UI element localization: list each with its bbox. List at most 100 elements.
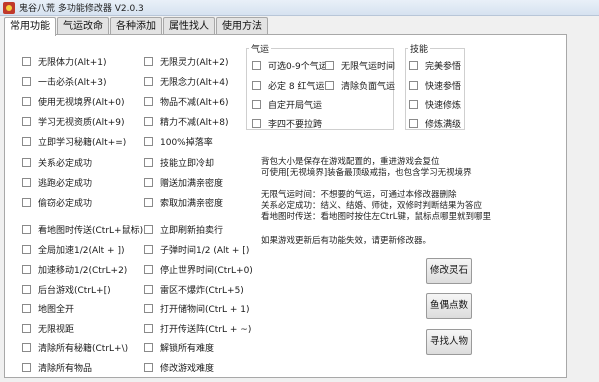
cheat-option[interactable]: 100%掉落率 (144, 135, 213, 148)
checkbox[interactable] (252, 60, 261, 70)
checkbox[interactable] (409, 99, 418, 109)
checkbox[interactable] (22, 76, 31, 86)
cheat-option[interactable]: 全局加速1/2(Alt + ]) (22, 243, 125, 256)
checkbox[interactable] (144, 116, 153, 126)
checkbox[interactable] (144, 303, 153, 313)
option-label: 快速修炼 (425, 100, 462, 111)
cheat-option[interactable]: 加速移动1/2(CtrL+2) (22, 263, 127, 276)
cheat-option[interactable]: 一击必杀(Alt+3) (22, 75, 106, 88)
fish-points-button[interactable]: 鱼偶点数 (426, 293, 472, 319)
cheat-option[interactable]: 地图全开 (22, 302, 74, 315)
cheat-option[interactable]: 无限视距 (22, 322, 75, 335)
skill-option[interactable]: 快速参悟 (409, 79, 461, 92)
tab-usage[interactable]: 使用方法 (216, 17, 268, 35)
cheat-option[interactable]: 赠送加满亲密度 (144, 176, 223, 189)
cheat-option[interactable]: 学习无视资质(Alt+9) (22, 115, 124, 128)
skill-option[interactable]: 完美参悟 (409, 59, 461, 72)
checkbox[interactable] (22, 136, 31, 146)
option-label: 无限视距 (38, 324, 75, 335)
luck-option[interactable]: 可选0-9个气运 (252, 59, 328, 72)
cheat-option[interactable]: 技能立即冷却 (144, 156, 214, 169)
checkbox[interactable] (22, 197, 31, 207)
cheat-option[interactable]: 停止世界时间(CtrL+0) (144, 263, 253, 276)
cheat-option[interactable]: 解锁所有难度 (144, 341, 214, 354)
checkbox[interactable] (144, 157, 153, 167)
cheat-option[interactable]: 偷窃必定成功 (22, 196, 93, 209)
modify-spirit-stone-button[interactable]: 修改灵石 (426, 258, 472, 284)
checkbox[interactable] (22, 362, 31, 372)
skill-option[interactable]: 修炼满级 (409, 117, 461, 130)
cheat-option[interactable]: 精力不减(Alt+8) (144, 115, 229, 128)
cheat-option[interactable]: 逃跑必定成功 (22, 176, 92, 189)
luck-option[interactable]: 自定开局气运 (252, 98, 322, 111)
checkbox[interactable] (22, 323, 31, 333)
option-label: 精力不减(Alt+8) (160, 117, 229, 128)
cheat-option[interactable]: 打开储物间(CtrL + 1) (144, 302, 250, 315)
cheat-option[interactable]: 无限灵力(Alt+2) (144, 55, 228, 68)
checkbox[interactable] (144, 284, 153, 294)
checkbox[interactable] (252, 80, 261, 90)
cheat-option[interactable]: 索取加满亲密度 (144, 196, 223, 209)
cheat-option[interactable]: 无限念力(Alt+4) (144, 75, 228, 88)
checkbox[interactable] (22, 303, 31, 313)
checkbox[interactable] (22, 116, 31, 126)
skill-option[interactable]: 快速修炼 (409, 98, 462, 111)
cheat-option[interactable]: 修改游戏难度 (144, 361, 214, 374)
checkbox[interactable] (144, 136, 153, 146)
luck-option[interactable]: 必定 8 红气运 (252, 79, 324, 92)
find-person-button[interactable]: 寻找人物 (426, 329, 472, 355)
checkbox[interactable] (409, 60, 418, 70)
cheat-option[interactable]: 立即学习秘籍(Alt+=) (22, 135, 127, 148)
tab-luck[interactable]: 气运改命 (57, 17, 109, 35)
cheat-option[interactable]: 清除所有物品 (22, 361, 92, 374)
checkbox[interactable] (144, 76, 153, 86)
cheat-option[interactable]: 立即刷新拍卖行 (144, 223, 223, 236)
option-label: 立即学习秘籍(Alt+=) (38, 137, 127, 148)
checkbox[interactable] (144, 197, 153, 207)
checkbox[interactable] (252, 118, 261, 128)
cheat-option[interactable]: 后台游戏(CtrL+[) (22, 283, 111, 296)
cheat-option[interactable]: 看地图时传送(CtrL+鼠标) (22, 223, 143, 236)
checkbox[interactable] (22, 244, 31, 254)
checkbox[interactable] (144, 177, 153, 187)
checkbox[interactable] (144, 244, 153, 254)
option-label: 偷窃必定成功 (38, 198, 93, 209)
tab-add-items[interactable]: 各种添加 (110, 17, 162, 35)
checkbox[interactable] (22, 284, 31, 294)
checkbox[interactable] (144, 224, 153, 234)
checkbox[interactable] (22, 157, 31, 167)
checkbox[interactable] (325, 60, 334, 70)
luck-option[interactable]: 无限气运时间 (325, 59, 395, 72)
checkbox[interactable] (252, 99, 261, 109)
cheat-option[interactable]: 关系必定成功 (22, 156, 92, 169)
cheat-option[interactable]: 打开传送阵(CtrL + ~) (144, 322, 251, 335)
checkbox[interactable] (22, 224, 31, 234)
app-icon (3, 1, 15, 14)
checkbox[interactable] (409, 118, 418, 128)
checkbox[interactable] (144, 362, 153, 372)
cheat-option[interactable]: 使用无视境界(Alt+0) (22, 95, 125, 108)
luck-option[interactable]: 清除负面气运 (325, 79, 395, 92)
luck-option[interactable]: 李四不要拉跨 (252, 117, 322, 130)
checkbox[interactable] (144, 323, 153, 333)
cheat-option[interactable]: 雷区不爆炸(CtrL+5) (144, 283, 244, 296)
checkbox[interactable] (325, 80, 334, 90)
checkbox[interactable] (22, 264, 31, 274)
checkbox[interactable] (22, 342, 31, 352)
cheat-option[interactable]: 物品不减(Alt+6) (144, 95, 228, 108)
tab-common[interactable]: 常用功能 (4, 17, 56, 36)
tab-find-person[interactable]: 属性找人 (163, 17, 215, 35)
checkbox[interactable] (22, 177, 31, 187)
option-label: 使用无视境界(Alt+0) (38, 97, 125, 108)
option-label: 全局加速1/2(Alt + ]) (38, 245, 125, 256)
checkbox[interactable] (144, 264, 153, 274)
checkbox[interactable] (144, 96, 153, 106)
checkbox[interactable] (22, 96, 31, 106)
cheat-option[interactable]: 清除所有秘籍(CtrL+\) (22, 341, 128, 354)
cheat-option[interactable]: 无限体力(Alt+1) (22, 55, 106, 68)
checkbox[interactable] (144, 56, 153, 66)
cheat-option[interactable]: 子弹时间1/2 (Alt + [) (144, 243, 249, 256)
checkbox[interactable] (144, 342, 153, 352)
checkbox[interactable] (22, 56, 31, 66)
checkbox[interactable] (409, 80, 418, 90)
